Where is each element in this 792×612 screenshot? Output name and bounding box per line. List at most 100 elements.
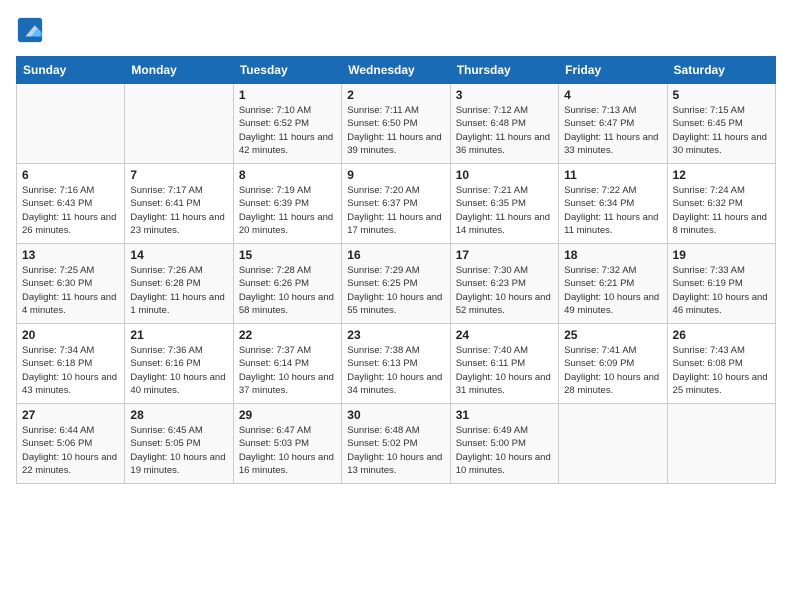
- day-info: Sunrise: 7:15 AM Sunset: 6:45 PM Dayligh…: [673, 104, 770, 157]
- day-number: 17: [456, 248, 553, 262]
- calendar-week: 1 Sunrise: 7:10 AM Sunset: 6:52 PM Daylig…: [17, 84, 776, 164]
- day-info: Sunrise: 7:40 AM Sunset: 6:11 PM Dayligh…: [456, 344, 553, 397]
- calendar-cell: 24 Sunrise: 7:40 AM Sunset: 6:11 PM Dayli…: [450, 324, 558, 404]
- day-info: Sunrise: 7:24 AM Sunset: 6:32 PM Dayligh…: [673, 184, 770, 237]
- calendar-cell: [125, 84, 233, 164]
- header-day: Wednesday: [342, 57, 450, 84]
- day-info: Sunrise: 7:13 AM Sunset: 6:47 PM Dayligh…: [564, 104, 661, 157]
- calendar-header: SundayMondayTuesdayWednesdayThursdayFrid…: [17, 57, 776, 84]
- calendar-week: 27 Sunrise: 6:44 AM Sunset: 5:06 PM Dayli…: [17, 404, 776, 484]
- calendar-cell: 9 Sunrise: 7:20 AM Sunset: 6:37 PM Daylig…: [342, 164, 450, 244]
- day-number: 8: [239, 168, 336, 182]
- calendar-cell: 27 Sunrise: 6:44 AM Sunset: 5:06 PM Dayli…: [17, 404, 125, 484]
- day-number: 21: [130, 328, 227, 342]
- header-day: Sunday: [17, 57, 125, 84]
- day-info: Sunrise: 7:17 AM Sunset: 6:41 PM Dayligh…: [130, 184, 227, 237]
- day-info: Sunrise: 7:25 AM Sunset: 6:30 PM Dayligh…: [22, 264, 119, 317]
- day-info: Sunrise: 7:34 AM Sunset: 6:18 PM Dayligh…: [22, 344, 119, 397]
- calendar-cell: 21 Sunrise: 7:36 AM Sunset: 6:16 PM Dayli…: [125, 324, 233, 404]
- day-number: 20: [22, 328, 119, 342]
- day-info: Sunrise: 7:37 AM Sunset: 6:14 PM Dayligh…: [239, 344, 336, 397]
- logo: [16, 16, 46, 44]
- calendar-cell: 16 Sunrise: 7:29 AM Sunset: 6:25 PM Dayli…: [342, 244, 450, 324]
- day-number: 22: [239, 328, 336, 342]
- day-number: 28: [130, 408, 227, 422]
- day-info: Sunrise: 7:32 AM Sunset: 6:21 PM Dayligh…: [564, 264, 661, 317]
- calendar-cell: 13 Sunrise: 7:25 AM Sunset: 6:30 PM Dayli…: [17, 244, 125, 324]
- day-info: Sunrise: 7:19 AM Sunset: 6:39 PM Dayligh…: [239, 184, 336, 237]
- calendar-cell: 8 Sunrise: 7:19 AM Sunset: 6:39 PM Daylig…: [233, 164, 341, 244]
- day-info: Sunrise: 6:49 AM Sunset: 5:00 PM Dayligh…: [456, 424, 553, 477]
- logo-icon: [16, 16, 44, 44]
- calendar-cell: [17, 84, 125, 164]
- day-number: 30: [347, 408, 444, 422]
- header-day: Saturday: [667, 57, 775, 84]
- calendar-cell: 28 Sunrise: 6:45 AM Sunset: 5:05 PM Dayli…: [125, 404, 233, 484]
- day-info: Sunrise: 7:22 AM Sunset: 6:34 PM Dayligh…: [564, 184, 661, 237]
- header-day: Thursday: [450, 57, 558, 84]
- calendar-cell: 5Sunrise: 7:15 AM Sunset: 6:45 PM Daylig…: [667, 84, 775, 164]
- calendar-cell: 3 Sunrise: 7:12 AM Sunset: 6:48 PM Daylig…: [450, 84, 558, 164]
- day-number: 4: [564, 88, 661, 102]
- calendar-cell: 12Sunrise: 7:24 AM Sunset: 6:32 PM Dayli…: [667, 164, 775, 244]
- day-info: Sunrise: 6:45 AM Sunset: 5:05 PM Dayligh…: [130, 424, 227, 477]
- day-number: 25: [564, 328, 661, 342]
- day-info: Sunrise: 7:43 AM Sunset: 6:08 PM Dayligh…: [673, 344, 770, 397]
- day-info: Sunrise: 7:41 AM Sunset: 6:09 PM Dayligh…: [564, 344, 661, 397]
- day-number: 9: [347, 168, 444, 182]
- day-number: 29: [239, 408, 336, 422]
- day-info: Sunrise: 7:33 AM Sunset: 6:19 PM Dayligh…: [673, 264, 770, 317]
- day-number: 6: [22, 168, 119, 182]
- calendar-cell: 29 Sunrise: 6:47 AM Sunset: 5:03 PM Dayli…: [233, 404, 341, 484]
- calendar-body: 1 Sunrise: 7:10 AM Sunset: 6:52 PM Daylig…: [17, 84, 776, 484]
- day-number: 27: [22, 408, 119, 422]
- day-number: 14: [130, 248, 227, 262]
- day-number: 1: [239, 88, 336, 102]
- calendar-cell: 7 Sunrise: 7:17 AM Sunset: 6:41 PM Daylig…: [125, 164, 233, 244]
- calendar-week: 6 Sunrise: 7:16 AM Sunset: 6:43 PM Daylig…: [17, 164, 776, 244]
- day-info: Sunrise: 6:47 AM Sunset: 5:03 PM Dayligh…: [239, 424, 336, 477]
- calendar-cell: 18Sunrise: 7:32 AM Sunset: 6:21 PM Dayli…: [559, 244, 667, 324]
- calendar-cell: 14 Sunrise: 7:26 AM Sunset: 6:28 PM Dayli…: [125, 244, 233, 324]
- day-info: Sunrise: 7:29 AM Sunset: 6:25 PM Dayligh…: [347, 264, 444, 317]
- day-info: Sunrise: 6:48 AM Sunset: 5:02 PM Dayligh…: [347, 424, 444, 477]
- day-number: 26: [673, 328, 770, 342]
- day-info: Sunrise: 7:30 AM Sunset: 6:23 PM Dayligh…: [456, 264, 553, 317]
- day-number: 23: [347, 328, 444, 342]
- calendar-cell: 20 Sunrise: 7:34 AM Sunset: 6:18 PM Dayli…: [17, 324, 125, 404]
- header-day: Friday: [559, 57, 667, 84]
- calendar-cell: 26 Sunrise: 7:43 AM Sunset: 6:08 PM Dayli…: [667, 324, 775, 404]
- day-number: 24: [456, 328, 553, 342]
- day-info: Sunrise: 7:36 AM Sunset: 6:16 PM Dayligh…: [130, 344, 227, 397]
- calendar-cell: 6 Sunrise: 7:16 AM Sunset: 6:43 PM Daylig…: [17, 164, 125, 244]
- day-info: Sunrise: 7:12 AM Sunset: 6:48 PM Dayligh…: [456, 104, 553, 157]
- day-info: Sunrise: 7:20 AM Sunset: 6:37 PM Dayligh…: [347, 184, 444, 237]
- calendar-cell: 11 Sunrise: 7:22 AM Sunset: 6:34 PM Dayli…: [559, 164, 667, 244]
- day-number: 3: [456, 88, 553, 102]
- day-info: Sunrise: 7:21 AM Sunset: 6:35 PM Dayligh…: [456, 184, 553, 237]
- day-info: Sunrise: 6:44 AM Sunset: 5:06 PM Dayligh…: [22, 424, 119, 477]
- day-info: Sunrise: 7:28 AM Sunset: 6:26 PM Dayligh…: [239, 264, 336, 317]
- day-number: 19: [673, 248, 770, 262]
- calendar-cell: 2Sunrise: 7:11 AM Sunset: 6:50 PM Daylig…: [342, 84, 450, 164]
- day-info: Sunrise: 7:11 AM Sunset: 6:50 PM Dayligh…: [347, 104, 444, 157]
- calendar-cell: 25 Sunrise: 7:41 AM Sunset: 6:09 PM Dayli…: [559, 324, 667, 404]
- header-day: Tuesday: [233, 57, 341, 84]
- day-info: Sunrise: 7:16 AM Sunset: 6:43 PM Dayligh…: [22, 184, 119, 237]
- calendar-cell: [559, 404, 667, 484]
- calendar-cell: 4 Sunrise: 7:13 AM Sunset: 6:47 PM Daylig…: [559, 84, 667, 164]
- day-number: 31: [456, 408, 553, 422]
- day-number: 11: [564, 168, 661, 182]
- day-number: 16: [347, 248, 444, 262]
- page-header: [16, 16, 776, 44]
- calendar-cell: [667, 404, 775, 484]
- day-info: Sunrise: 7:26 AM Sunset: 6:28 PM Dayligh…: [130, 264, 227, 317]
- day-info: Sunrise: 7:10 AM Sunset: 6:52 PM Dayligh…: [239, 104, 336, 157]
- day-number: 13: [22, 248, 119, 262]
- day-number: 15: [239, 248, 336, 262]
- calendar-table: SundayMondayTuesdayWednesdayThursdayFrid…: [16, 56, 776, 484]
- calendar-cell: 1 Sunrise: 7:10 AM Sunset: 6:52 PM Daylig…: [233, 84, 341, 164]
- day-number: 7: [130, 168, 227, 182]
- header-day: Monday: [125, 57, 233, 84]
- calendar-week: 13 Sunrise: 7:25 AM Sunset: 6:30 PM Dayli…: [17, 244, 776, 324]
